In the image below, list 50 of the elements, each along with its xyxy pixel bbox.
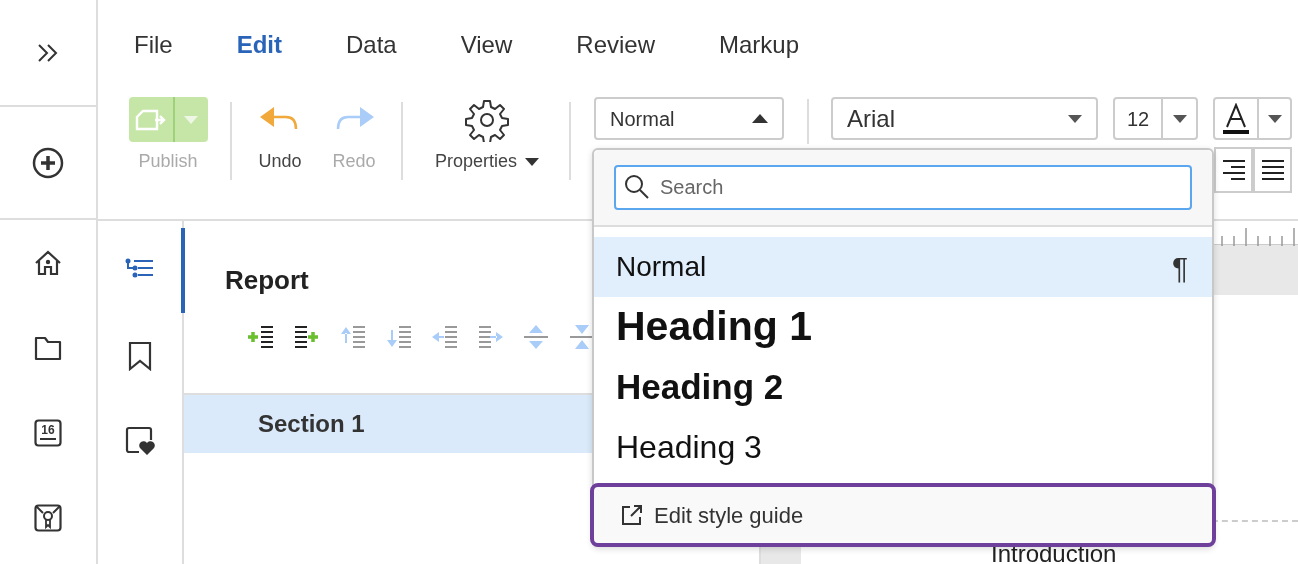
caret-icon [1172,114,1187,123]
heart-card-icon [124,425,155,456]
edit-style-guide-link[interactable]: Edit style guide [590,483,1216,547]
insert-before-icon[interactable] [247,324,273,350]
style-select[interactable]: Normal [594,97,784,140]
menu-item[interactable]: Markup [719,27,800,63]
justify-icon [1259,159,1286,181]
style-option[interactable]: Heading 1 [594,297,1212,357]
indent-icon[interactable] [477,324,503,350]
collapse-all-icon[interactable] [569,324,595,350]
justify-button[interactable] [1253,147,1292,193]
home-icon[interactable] [34,248,62,277]
menu-item[interactable]: Review [576,27,655,63]
move-up-icon[interactable] [339,324,365,350]
align-right-button[interactable] [1214,147,1253,193]
caret-icon [184,115,198,124]
menu-item[interactable]: View [460,27,513,63]
menu-item[interactable]: Edit [236,27,282,63]
caret-icon [1068,114,1082,123]
properties-button[interactable]: Properties [422,97,552,175]
menu-item[interactable]: Data [346,27,397,63]
style-option-row[interactable]: Normal ¶ [594,237,1212,297]
size-select[interactable]: 12 [1113,97,1198,140]
undo-button[interactable]: Undo [250,97,310,175]
expand-all-icon[interactable] [523,324,549,350]
external-link-icon [620,503,644,527]
menu-item[interactable]: File [134,27,173,63]
move-down-icon[interactable] [385,324,411,350]
expand-icon[interactable] [37,42,59,63]
font-select[interactable]: Arial [831,97,1098,140]
publish-label: Publish [138,150,198,173]
align-right-icon [1220,159,1247,181]
gear-icon [465,97,509,142]
insert-after-icon[interactable] [293,324,319,350]
add-icon[interactable] [32,146,64,179]
publish-icon [134,108,167,131]
caret-icon [1267,114,1282,123]
search-field[interactable]: Search [614,165,1192,210]
style-option[interactable]: Normal [616,246,707,288]
caret-icon [525,157,539,166]
folder-icon[interactable] [34,334,62,361]
bookmark-icon [127,340,152,371]
pilcrow-symbol: ¶ [1171,249,1188,286]
outdent-icon[interactable] [431,324,457,350]
outline-title: Report [224,264,309,297]
certificate-icon[interactable] [34,503,62,532]
text-color-icon [1222,102,1250,135]
caret-icon [752,114,768,123]
calendar-icon[interactable]: 16 [34,418,62,447]
text-color-button[interactable] [1213,97,1292,140]
